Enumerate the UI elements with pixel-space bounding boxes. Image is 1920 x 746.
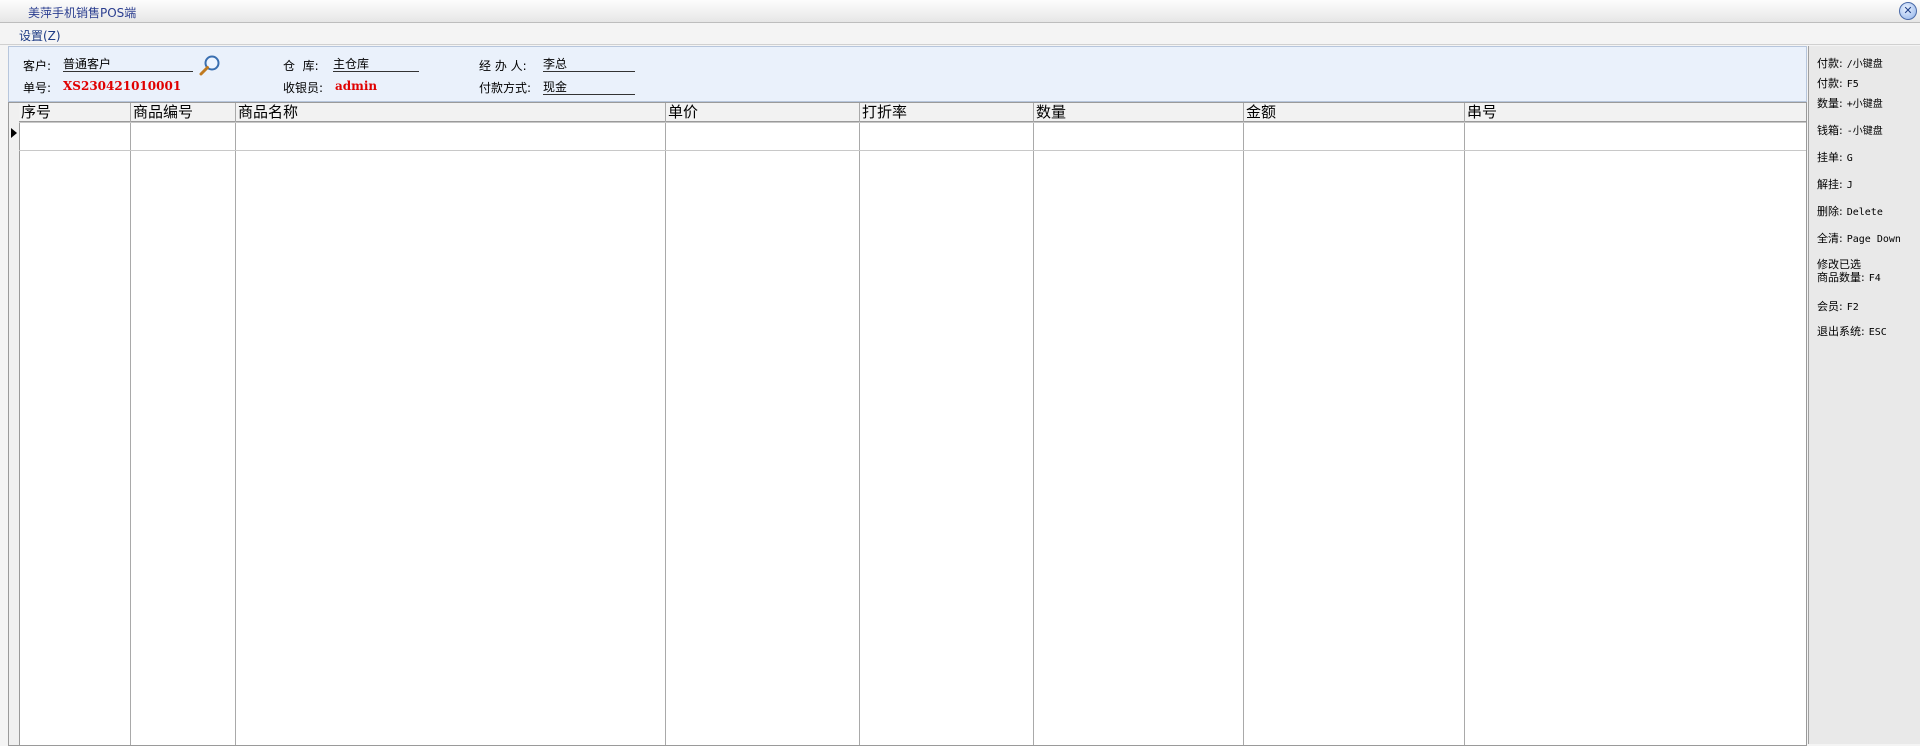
shortcut-item: 数量: +小键盘 (1817, 97, 1883, 110)
row-divider (19, 150, 1806, 151)
column-divider (1464, 103, 1465, 745)
shortcut-item: 付款: F5 (1817, 77, 1859, 90)
row-divider (19, 122, 1806, 123)
column-divider (859, 103, 860, 745)
window-title: 美萍手机销售POS端 (28, 6, 137, 20)
shortcut-item: 商品数量: F4 (1817, 271, 1881, 284)
warehouse-field[interactable]: 主仓库 (333, 55, 419, 72)
close-icon[interactable]: ✕ (1899, 2, 1917, 20)
shortcut-item: 解挂: J (1817, 178, 1853, 191)
col-header-price[interactable]: 单价 (666, 103, 698, 121)
shortcut-panel: 付款:/小键盘 付款: F5 数量: +小键盘 钱箱: -小键盘 挂单: G 解挂: J … (1808, 46, 1920, 744)
cashier-label: 收银员: (283, 81, 324, 95)
payment-method-label: 付款方式: (479, 81, 532, 95)
order-number-value: XS230421010001 (63, 79, 182, 93)
customer-field[interactable]: 普通客户 (63, 55, 193, 72)
shortcut-item: 全清: Page Down (1817, 232, 1901, 245)
col-header-quantity[interactable]: 数量 (1034, 103, 1066, 121)
col-header-serial[interactable]: 串号 (1465, 103, 1497, 121)
warehouse-label: 仓 库: (283, 59, 319, 73)
col-header-code[interactable]: 商品编号 (131, 103, 193, 121)
column-divider (665, 103, 666, 745)
table-header: 序号 商品编号 商品名称 单价 打折率 数量 金额 串号 (19, 103, 1806, 122)
menu-bar: 设置(Z) (0, 23, 1920, 45)
cashier-value: admin (335, 79, 378, 93)
order-info-panel: 客户: 普通客户 单号: XS230421010001 仓 库: 主仓库 收银员… (8, 46, 1807, 102)
col-header-index[interactable]: 序号 (19, 103, 51, 121)
row-header-column (9, 103, 20, 745)
handler-field[interactable]: 李总 (543, 55, 635, 72)
title-bar: 美萍手机销售POS端 ✕ (0, 0, 1920, 23)
shortcut-item: 挂单: G (1817, 151, 1853, 164)
current-row-indicator-icon (11, 128, 17, 138)
search-icon[interactable] (199, 54, 221, 76)
sales-items-table[interactable]: 序号 商品编号 商品名称 单价 打折率 数量 金额 串号 (8, 102, 1807, 746)
column-divider (1243, 103, 1244, 745)
shortcut-item: 付款:/小键盘 (1817, 57, 1883, 70)
shortcut-item: 会员: F2 (1817, 300, 1859, 313)
shortcut-item: 退出系统: ESC (1817, 325, 1887, 338)
col-header-discount[interactable]: 打折率 (860, 103, 907, 121)
handler-label: 经 办 人: (479, 59, 527, 73)
column-divider (1033, 103, 1034, 745)
col-header-amount[interactable]: 金额 (1244, 103, 1276, 121)
menu-settings[interactable]: 设置(Z) (19, 27, 61, 44)
col-header-name[interactable]: 商品名称 (236, 103, 298, 121)
shortcut-item: 删除: Delete (1817, 205, 1883, 218)
customer-label: 客户: (23, 59, 52, 73)
column-divider (235, 103, 236, 745)
shortcut-item: 钱箱: -小键盘 (1817, 124, 1883, 137)
payment-method-field[interactable]: 现金 (543, 78, 635, 95)
order-number-label: 单号: (23, 81, 52, 95)
column-divider (130, 103, 131, 745)
